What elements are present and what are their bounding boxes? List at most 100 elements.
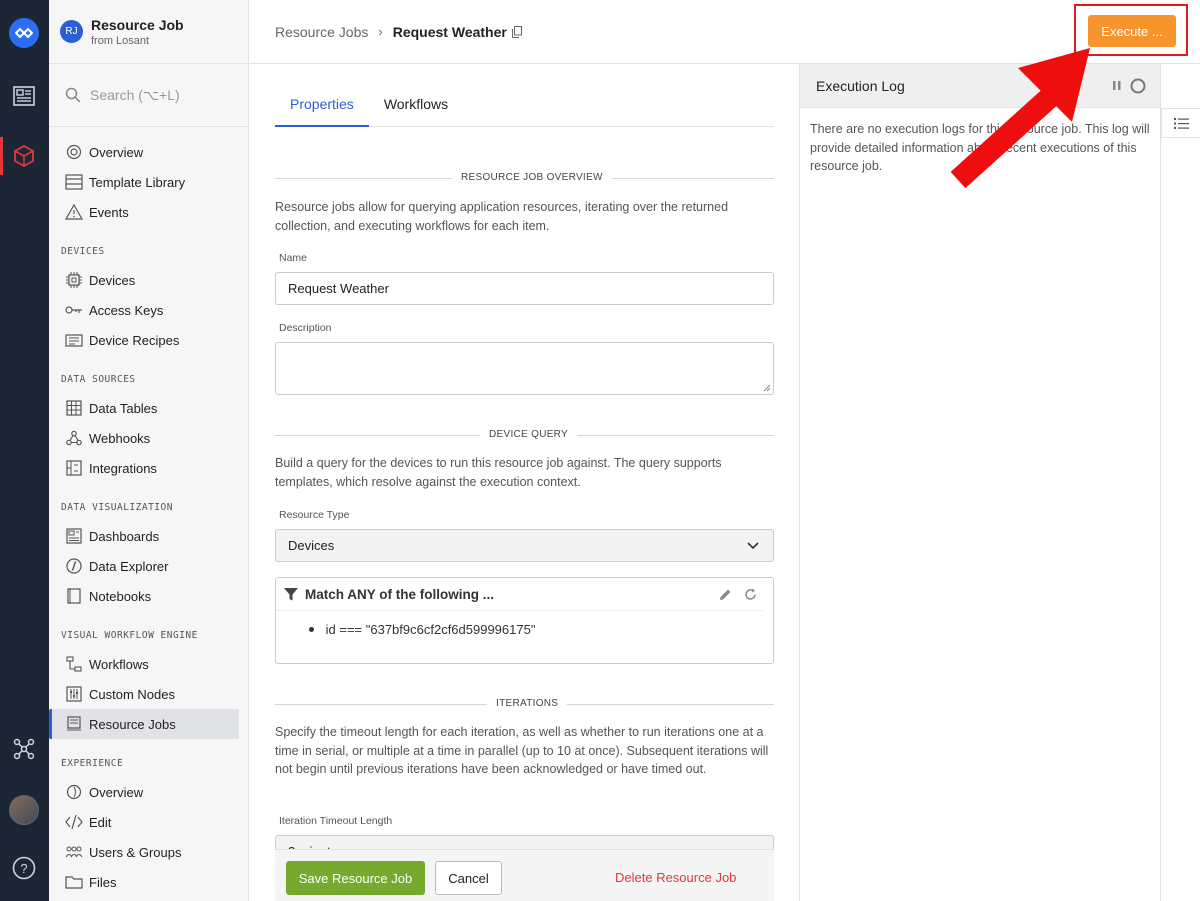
- log-list-toggle[interactable]: [1161, 108, 1200, 138]
- section-title: DATA VISUALIZATION: [61, 502, 173, 513]
- execution-log-panel: Execution Log There are no execution log…: [799, 64, 1161, 901]
- integration-icon: [65, 459, 83, 477]
- sidebar-item-label: Data Tables: [89, 400, 158, 416]
- sidebar-item-label: Dashboards: [89, 528, 160, 544]
- tab-bar: Properties Workflows: [275, 88, 774, 127]
- sidebar-item-events[interactable]: Events: [49, 197, 239, 227]
- network-rail-icon[interactable]: [12, 737, 36, 761]
- tab-properties[interactable]: Properties: [275, 88, 369, 127]
- recipe-icon: [65, 331, 83, 349]
- search-input[interactable]: Search (⌥+L): [49, 64, 248, 127]
- cancel-button[interactable]: Cancel: [435, 861, 502, 895]
- section-title: EXPERIENCE: [61, 758, 124, 769]
- section-title-device-query: DEVICE QUERY: [480, 429, 577, 440]
- resize-handle-icon[interactable]: [763, 384, 771, 392]
- sidebar-item-device-recipes[interactable]: Device Recipes: [49, 325, 239, 355]
- iterations-description: Specify the timeout length for each iter…: [275, 725, 769, 776]
- name-field[interactable]: Request Weather: [275, 272, 774, 305]
- chevron-down-icon: [747, 542, 759, 550]
- sidebar-item-dashboards[interactable]: Dashboards: [49, 521, 239, 551]
- dashboard-rail-icon[interactable]: [12, 84, 36, 108]
- sidebar-item-label: Edit: [89, 814, 112, 830]
- pause-icon[interactable]: [1112, 80, 1122, 91]
- sidebar-item-data-tables[interactable]: Data Tables: [49, 393, 239, 423]
- filter-icon: [284, 587, 298, 600]
- globe-icon: [65, 783, 83, 801]
- match-label: Match ANY of the following ...: [305, 586, 494, 602]
- execution-log-header: Execution Log: [800, 64, 1160, 108]
- search-icon: [65, 87, 81, 103]
- folder-icon: [65, 873, 83, 891]
- tab-workflows[interactable]: Workflows: [369, 88, 463, 127]
- application-cube-icon[interactable]: [12, 144, 36, 168]
- delete-button[interactable]: Delete Resource Job: [615, 870, 736, 885]
- section-title: DATA SOURCES: [61, 374, 136, 385]
- query-condition-row: id === "637bf9c6cf2cf6d599996175": [276, 611, 773, 637]
- code-icon: [65, 813, 83, 831]
- sidebar-item-label: Overview: [89, 144, 144, 160]
- warning-icon: [65, 203, 83, 221]
- form-footer: Save Resource Job Cancel Delete Resource…: [275, 849, 774, 901]
- sidebar-item-workflows[interactable]: Workflows: [49, 649, 239, 679]
- sidebar-item-label: Template Library: [89, 174, 186, 190]
- app-subtitle: from Losant: [91, 34, 150, 47]
- sidebar-item-label: Workflows: [89, 656, 149, 672]
- breadcrumb-parent[interactable]: Resource Jobs: [275, 24, 368, 40]
- table-icon: [65, 399, 83, 417]
- save-button[interactable]: Save Resource Job: [286, 861, 425, 895]
- sidebar-nav: Overview Template Library Events DEVICES…: [49, 127, 248, 897]
- sidebar-item-experience-overview[interactable]: Overview: [49, 777, 239, 807]
- overview-description: Resource jobs allow for querying applica…: [275, 200, 729, 233]
- help-icon[interactable]: ?: [12, 856, 36, 880]
- section-title-overview: RESOURCE JOB OVERVIEW: [452, 172, 612, 183]
- refresh-icon[interactable]: [744, 588, 757, 601]
- losant-logo-icon[interactable]: [9, 18, 39, 48]
- sidebar-item-overview[interactable]: Overview: [49, 137, 239, 167]
- sidebar-item-notebooks[interactable]: Notebooks: [49, 581, 239, 611]
- chip-icon: [65, 271, 83, 289]
- copy-icon[interactable]: [511, 25, 522, 38]
- description-field[interactable]: [275, 342, 774, 395]
- sidebar-item-webhooks[interactable]: Webhooks: [49, 423, 239, 453]
- sidebar-item-files[interactable]: Files: [49, 867, 239, 897]
- sidebar-item-template-library[interactable]: Template Library: [49, 167, 239, 197]
- resource-type-label: Resource Type: [279, 509, 350, 521]
- key-icon: [65, 301, 83, 319]
- sidebar-item-label: Resource Jobs: [89, 716, 176, 732]
- resource-job-icon: [65, 715, 83, 733]
- section-title-iterations: ITERATIONS: [487, 698, 568, 709]
- query-builder: Match ANY of the following ... id === "6…: [275, 577, 774, 664]
- list-icon: [1173, 117, 1189, 129]
- bullet-icon: [309, 627, 314, 632]
- user-avatar[interactable]: [9, 795, 39, 825]
- edit-pencil-icon[interactable]: [719, 588, 732, 601]
- query-condition: id === "637bf9c6cf2cf6d599996175": [325, 622, 536, 637]
- sidebar-item-label: Events: [89, 204, 129, 220]
- top-bar: Resource Jobs › Request Weather Execute …: [249, 0, 1200, 64]
- sidebar-item-label: Users & Groups: [89, 844, 182, 860]
- sidebar-item-access-keys[interactable]: Access Keys: [49, 295, 239, 325]
- sidebar-item-devices[interactable]: Devices: [49, 265, 239, 295]
- sidebar-item-resource-jobs[interactable]: Resource Jobs: [49, 709, 239, 739]
- resource-type-value: Devices: [288, 538, 335, 553]
- sidebar-item-label: Webhooks: [89, 430, 151, 446]
- sidebar-item-label: Integrations: [89, 460, 157, 476]
- app-header[interactable]: RJ Resource Job from Losant: [49, 0, 248, 64]
- sidebar-item-integrations[interactable]: Integrations: [49, 453, 239, 483]
- sidebar-item-users-groups[interactable]: Users & Groups: [49, 837, 239, 867]
- webhook-icon: [65, 429, 83, 447]
- properties-panel: Properties Workflows RESOURCE JOB OVERVI…: [249, 64, 799, 901]
- timeout-label: Iteration Timeout Length: [279, 815, 393, 827]
- sidebar-item-custom-nodes[interactable]: Custom Nodes: [49, 679, 239, 709]
- section-title: DEVICES: [61, 246, 105, 257]
- sidebar-item-label: Data Explorer: [89, 558, 169, 574]
- workflow-icon: [65, 655, 83, 673]
- sidebar-item-label: Custom Nodes: [89, 686, 175, 702]
- svg-text:?: ?: [20, 861, 27, 876]
- resource-type-select[interactable]: Devices: [275, 529, 774, 562]
- sidebar-item-data-explorer[interactable]: Data Explorer: [49, 551, 239, 581]
- name-value: Request Weather: [288, 281, 389, 296]
- sidebar-item-edit[interactable]: Edit: [49, 807, 239, 837]
- sidebar-item-label: Files: [89, 874, 117, 890]
- sidebar-item-label: Devices: [89, 272, 136, 288]
